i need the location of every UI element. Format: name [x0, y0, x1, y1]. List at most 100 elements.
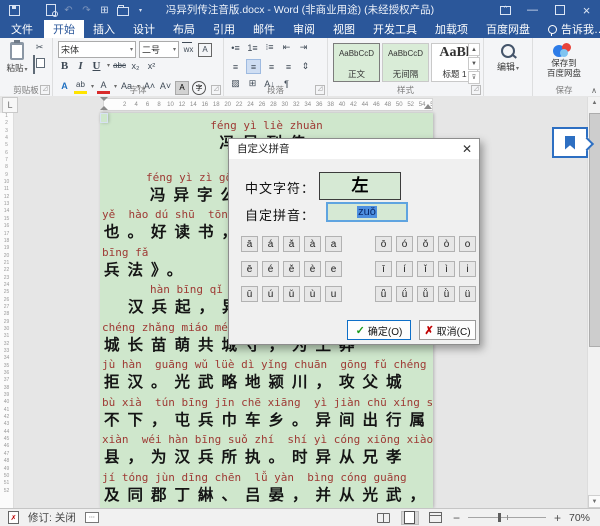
strikethrough-icon[interactable]: abc: [113, 59, 126, 72]
zoom-slider[interactable]: [468, 512, 546, 523]
tone-button-o[interactable]: o: [459, 236, 476, 252]
input-mode-icon[interactable]: ⋯: [85, 512, 99, 523]
character-border-icon[interactable]: A: [198, 43, 212, 56]
copy-icon[interactable]: [33, 56, 46, 74]
tone-button-ē[interactable]: ē: [241, 261, 258, 277]
hanzi-line[interactable]: 县，为汉兵所执。时异从兄孝: [100, 448, 433, 469]
dialog-close-icon[interactable]: ✕: [459, 141, 475, 157]
bold-icon[interactable]: B: [58, 59, 71, 72]
styles-dialog-launcher[interactable]: ◿: [471, 85, 481, 95]
font-size-combo[interactable]: 二号▾: [139, 41, 179, 58]
scroll-up-icon[interactable]: ▲: [588, 97, 600, 110]
tone-button-ā[interactable]: ā: [241, 236, 258, 252]
tone-button-a[interactable]: a: [325, 236, 342, 252]
new-document-icon[interactable]: [26, 4, 39, 17]
style-normal[interactable]: AaBbCcD 正文: [333, 43, 380, 82]
editing-button[interactable]: 编辑▾: [484, 44, 532, 73]
print-preview-icon[interactable]: [44, 4, 57, 17]
scroll-down-icon[interactable]: ▼: [588, 495, 600, 508]
tone-button-ǚ[interactable]: ǚ: [417, 286, 434, 302]
left-indent-marker[interactable]: [100, 97, 107, 112]
tone-button-ū[interactable]: ū: [241, 286, 258, 302]
proofing-icon[interactable]: ✗: [8, 511, 19, 524]
zoom-in-icon[interactable]: +: [554, 511, 561, 525]
underline-icon[interactable]: U: [90, 59, 103, 72]
pinyin-line[interactable]: féng yì liè zhuàn: [100, 117, 433, 134]
line-spacing-icon[interactable]: ⇕: [299, 60, 312, 73]
tone-button-ǘ[interactable]: ǘ: [396, 286, 413, 302]
tone-button-u[interactable]: u: [325, 286, 342, 302]
pinyin-line[interactable]: xiàn wéi hàn bīng suǒ zhí shí yì cóng xi…: [100, 431, 433, 448]
pinyin-line[interactable]: bù xià tún bīng jīn chē xiāng yì jiàn ch…: [100, 394, 433, 411]
decrease-indent-icon[interactable]: ⇤: [280, 41, 293, 54]
draw-table-icon[interactable]: ⊞: [98, 4, 111, 17]
tone-button-i[interactable]: i: [459, 261, 476, 277]
tone-button-í[interactable]: í: [396, 261, 413, 277]
tone-button-ǒ[interactable]: ǒ: [417, 236, 434, 252]
numbering-icon[interactable]: 1≡: [246, 41, 259, 54]
tone-button-ō[interactable]: ō: [375, 236, 392, 252]
align-left-icon[interactable]: ≡: [229, 60, 242, 73]
tone-button-ǜ[interactable]: ǜ: [438, 286, 455, 302]
styles-scroll-down-icon[interactable]: ▼: [468, 57, 480, 70]
font-name-combo[interactable]: 宋体▾: [58, 41, 136, 58]
qat-more-icon[interactable]: ▾: [134, 4, 147, 17]
pinyin-line[interactable]: jù hàn guāng wǔ lüè dì yǐng chuān gōng f…: [100, 356, 433, 373]
tone-button-ī[interactable]: ī: [375, 261, 392, 277]
styles-scroll-up-icon[interactable]: ▲: [468, 43, 480, 56]
cancel-button[interactable]: ✗取消(C): [419, 320, 476, 340]
phonetic-guide-icon[interactable]: wx: [182, 43, 195, 56]
italic-icon[interactable]: I: [74, 59, 87, 72]
paragraph-dialog-launcher[interactable]: ◿: [315, 85, 325, 95]
tone-button-ù[interactable]: ù: [304, 286, 321, 302]
tone-button-ò[interactable]: ò: [438, 236, 455, 252]
hanzi-line[interactable]: 及同郡丁綝、吕晏，并从光武，: [100, 486, 433, 507]
save-to-baidu-button[interactable]: 保存到百度网盘: [533, 43, 595, 78]
vertical-ruler[interactable]: 1234567891011121314151617181920212223242…: [0, 113, 14, 508]
tab-设计[interactable]: 设计: [124, 20, 164, 38]
save-icon[interactable]: [8, 4, 21, 17]
align-right-icon[interactable]: ≡: [265, 60, 278, 73]
tab-file[interactable]: 文件: [0, 20, 44, 38]
clipboard-dialog-launcher[interactable]: ◿: [40, 85, 50, 95]
tone-button-e[interactable]: e: [325, 261, 342, 277]
tone-button-ú[interactable]: ú: [262, 286, 279, 302]
tone-button-ǖ[interactable]: ǖ: [375, 286, 392, 302]
tab-布局[interactable]: 布局: [164, 20, 204, 38]
tab-视图[interactable]: 视图: [324, 20, 364, 38]
track-changes-status[interactable]: 修订: 关闭: [28, 510, 76, 525]
tab-引用[interactable]: 引用: [204, 20, 244, 38]
paste-button[interactable]: 粘贴▾: [4, 42, 30, 74]
tone-button-à[interactable]: à: [304, 236, 321, 252]
tone-button-ǎ[interactable]: ǎ: [283, 236, 300, 252]
redo-icon[interactable]: ↷: [80, 4, 93, 17]
read-mode-icon[interactable]: [375, 511, 393, 525]
tone-button-ǔ[interactable]: ǔ: [283, 286, 300, 302]
ribbon-display-options-icon[interactable]: ^: [492, 0, 519, 20]
increase-indent-icon[interactable]: ⇥: [297, 41, 310, 54]
tab-selector[interactable]: L: [2, 97, 18, 113]
superscript-icon[interactable]: x²: [145, 59, 158, 72]
tab-home[interactable]: 开始: [44, 20, 84, 38]
hanzi-line[interactable]: 不下，屯兵巾车乡。异间出行属: [100, 411, 433, 432]
undo-icon[interactable]: ↶: [62, 4, 75, 17]
bookmark-float-button[interactable]: [552, 127, 588, 158]
vertical-scrollbar[interactable]: ▲ ▼: [587, 97, 600, 508]
right-indent-marker[interactable]: [424, 104, 432, 109]
multilevel-list-icon[interactable]: ⁝≡: [263, 41, 276, 54]
style-no-spacing[interactable]: AaBbCcD 无间隔: [382, 43, 429, 82]
print-layout-icon[interactable]: [401, 511, 419, 525]
tone-button-é[interactable]: é: [262, 261, 279, 277]
pinyin-line[interactable]: jí tóng jùn dīng chēn lǚ yàn bìng cóng g…: [100, 469, 433, 486]
tab-邮件[interactable]: 邮件: [244, 20, 284, 38]
cut-icon[interactable]: ✂: [33, 41, 46, 54]
tone-button-ó[interactable]: ó: [396, 236, 413, 252]
maximize-icon[interactable]: [546, 0, 573, 20]
horizontal-ruler[interactable]: 2468101214161820222426283032343638404244…: [103, 98, 433, 111]
tab-插入[interactable]: 插入: [84, 20, 124, 38]
tab-审阅[interactable]: 审阅: [284, 20, 324, 38]
tone-button-ü[interactable]: ü: [459, 286, 476, 302]
tone-button-ì[interactable]: ì: [438, 261, 455, 277]
subscript-icon[interactable]: x₂: [129, 59, 142, 72]
tab-加载项[interactable]: 加载项: [426, 20, 477, 38]
